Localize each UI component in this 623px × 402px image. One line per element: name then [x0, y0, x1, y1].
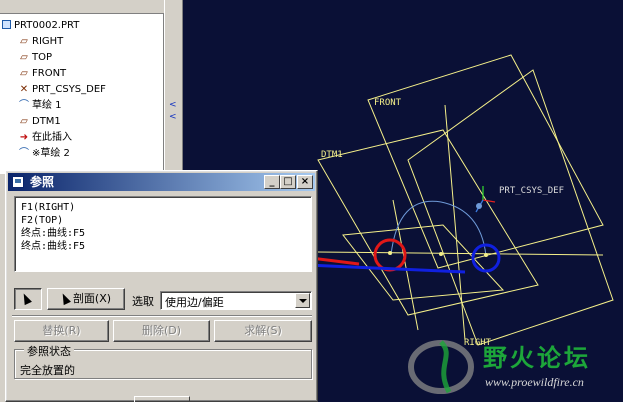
select-filter-label: 选取	[132, 295, 154, 308]
reference-item[interactable]: 终点:曲线:F5	[21, 240, 311, 253]
tree-item-right[interactable]: ▱ RIGHT	[16, 34, 63, 49]
model-tree: PRT0002.PRT ▱ RIGHT ▱ TOP ▱ FRONT ✕ PRT_CSYS…	[0, 14, 164, 174]
close-button[interactable]: ×	[297, 175, 313, 189]
datum-plane-right[interactable]	[407, 69, 614, 346]
reference-item[interactable]: F2(TOP)	[21, 214, 311, 227]
dialog-titlebar[interactable]: 参照 _ □ ×	[8, 173, 315, 191]
select-filter-value: 使用边/偏距	[165, 296, 224, 309]
delete-button[interactable]: 删除(D)	[113, 320, 210, 342]
tree-item-insert-here[interactable]: ➜ 在此插入	[16, 130, 72, 145]
tree-item-sketch-1[interactable]: ⌒ 草绘 1	[16, 98, 62, 113]
watermark-url: www.proewildfire.cn	[485, 375, 584, 389]
coordinate-system-icon: ✕	[19, 84, 29, 95]
sketch-endpoint[interactable]	[439, 252, 443, 256]
model-tree-toolbar	[0, 0, 164, 14]
tree-item-label: PRT_CSYS_DEF	[32, 84, 106, 95]
sketch-endpoint[interactable]	[484, 253, 488, 257]
application-window: PRT0002.PRT ▱ RIGHT ▱ TOP ▱ FRONT ✕ PRT_CSYS…	[0, 0, 623, 402]
collapse-arrow-icon[interactable]: <	[169, 112, 179, 122]
reference-list[interactable]: F1(RIGHT) F2(TOP) 终点:曲线:F5 终点:曲线:F5	[14, 196, 312, 272]
datum-plane-top[interactable]	[342, 224, 505, 301]
references-dialog: 参照 _ □ × F1(RIGHT) F2(TOP) 终点:曲线:F5 终点:曲…	[5, 170, 318, 402]
datum-plane-icon: ▱	[20, 52, 28, 63]
pointer-arrow-icon	[58, 291, 71, 306]
reference-item[interactable]: F1(RIGHT)	[21, 201, 311, 214]
solve-button[interactable]: 求解(S)	[214, 320, 312, 342]
tree-item-label: RIGHT	[32, 36, 64, 47]
dialog-title: 参照	[30, 175, 55, 189]
datum-plane-icon: ▱	[20, 68, 28, 79]
plane-edge	[444, 104, 466, 341]
tree-item-top[interactable]: ▱ TOP	[16, 50, 52, 65]
datum-plane-dtm1[interactable]	[317, 129, 539, 316]
label-front: FRONT	[374, 98, 402, 108]
tree-item-csys[interactable]: ✕ PRT_CSYS_DEF	[16, 82, 106, 97]
sketch-icon: ⌒	[19, 100, 29, 111]
dialog-bottom-button[interactable]	[134, 396, 190, 402]
sketch-endpoint[interactable]	[388, 251, 392, 255]
tree-splitter[interactable]: < <	[164, 0, 183, 175]
watermark-text: 野火论坛	[483, 344, 591, 372]
dialog-window-icon	[12, 176, 24, 188]
model-tree-panel: PRT0002.PRT ▱ RIGHT ▱ TOP ▱ FRONT ✕ PRT_CSYS…	[0, 0, 183, 175]
reference-item[interactable]: 终点:曲线:F5	[21, 227, 311, 240]
maximize-button[interactable]: □	[280, 175, 296, 189]
select-reference-button[interactable]	[14, 288, 42, 310]
section-button[interactable]: 剖面(X)	[47, 288, 125, 310]
tree-item-label: DTM1	[32, 116, 61, 127]
reference-status-value: 完全放置的	[20, 364, 75, 377]
sketch-icon: ⌒	[19, 148, 29, 159]
tree-root-label: PRT0002.PRT	[14, 20, 80, 31]
datum-plane-icon: ▱	[20, 116, 28, 127]
section-button-label: 剖面(X)	[72, 292, 112, 305]
datum-plane-icon: ▱	[20, 36, 28, 47]
tree-item-label: 草绘 1	[32, 100, 62, 111]
tree-root[interactable]: PRT0002.PRT	[2, 18, 79, 33]
replace-button[interactable]: 替换(R)	[14, 320, 109, 342]
pointer-arrow-icon	[20, 291, 32, 306]
tree-item-label: ※草绘 2	[32, 148, 70, 159]
dropdown-arrow-icon[interactable]	[295, 293, 310, 308]
label-csys: PRT_CSYS_DEF	[499, 186, 565, 196]
tree-item-label: FRONT	[32, 68, 67, 79]
datum-plane-front[interactable]	[367, 54, 604, 269]
sketch-reference-line[interactable]	[317, 251, 604, 256]
tree-item-label: 在此插入	[32, 132, 72, 143]
tree-item-label: TOP	[32, 52, 53, 63]
part-icon	[2, 20, 11, 29]
select-filter-dropdown[interactable]: 使用边/偏距	[160, 291, 312, 310]
tree-item-sketch-2[interactable]: ⌒ ※草绘 2	[16, 146, 70, 161]
collapse-arrow-icon[interactable]: <	[169, 100, 179, 110]
separator	[12, 315, 312, 317]
forum-logo-icon	[408, 340, 474, 394]
tree-item-dtm1[interactable]: ▱ DTM1	[16, 114, 61, 129]
label-dtm1: DTM1	[321, 150, 343, 160]
tree-item-front[interactable]: ▱ FRONT	[16, 66, 66, 81]
reference-status-title: 参照状态	[24, 343, 74, 359]
minimize-button[interactable]: _	[264, 175, 280, 189]
insert-here-arrow-icon: ➜	[19, 132, 29, 143]
